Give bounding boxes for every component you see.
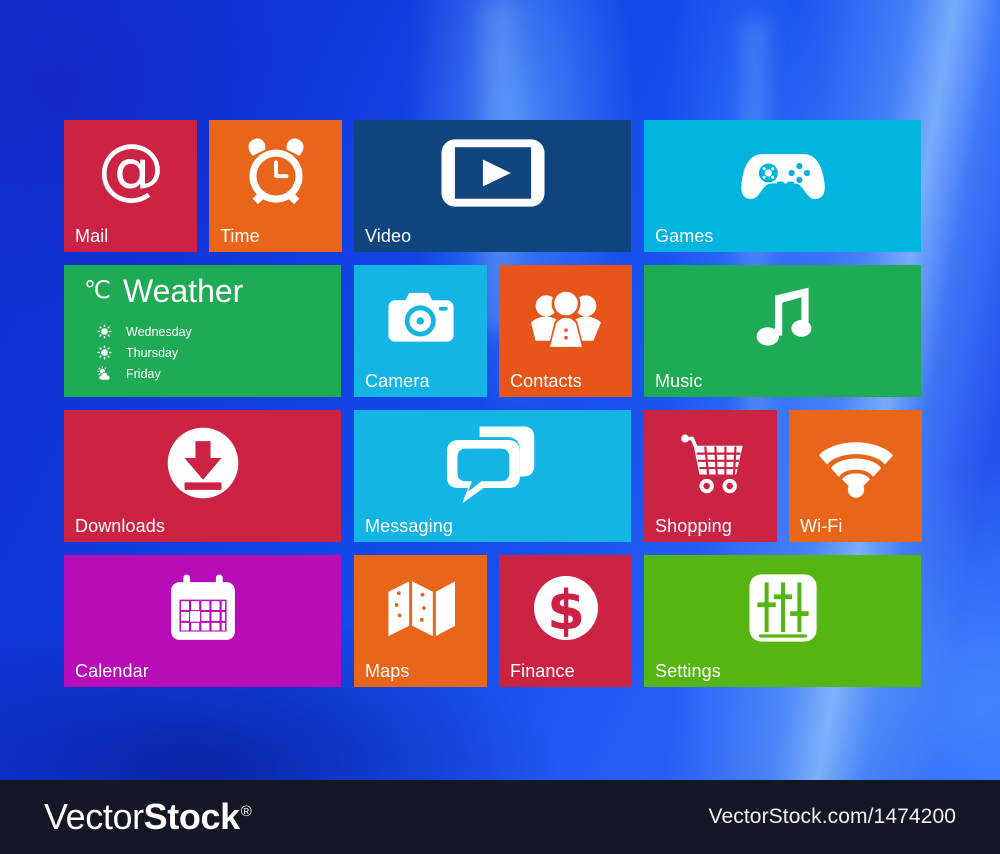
weather-day-label: Friday — [126, 366, 161, 381]
brand-bold: Stock — [143, 796, 240, 837]
tile-label: Contacts — [510, 371, 582, 392]
video-player-icon — [354, 120, 631, 226]
tile-label: Maps — [365, 661, 410, 682]
tile-finance[interactable]: $ Finance — [499, 555, 632, 687]
tile-time[interactable]: Time — [209, 120, 342, 252]
tile-label: Messaging — [365, 516, 453, 537]
calendar-icon — [64, 555, 341, 661]
brand-thin: Vector — [44, 796, 144, 837]
sun-icon — [90, 345, 118, 360]
weather-unit: ℃ — [84, 277, 111, 304]
weather-title: Weather — [122, 273, 244, 309]
tile-mail[interactable]: @ Mail — [64, 120, 197, 252]
chat-bubbles-icon — [354, 410, 631, 516]
tile-label: Mail — [75, 226, 109, 247]
start-screen: @ Mail Time Video Games ℃ Weather Wednesday Thur… — [0, 0, 1000, 854]
weather-forecast-row: Thursday — [90, 342, 192, 363]
tile-label: Calendar — [75, 661, 149, 682]
tile-messaging[interactable]: Messaging — [354, 410, 631, 542]
tile-label: Time — [220, 226, 260, 247]
weather-day-label: Wednesday — [126, 324, 192, 339]
shopping-cart-icon — [644, 410, 777, 516]
tile-label: Video — [365, 226, 412, 247]
svg-text:@: @ — [97, 134, 164, 208]
tile-games[interactable]: Games — [644, 120, 921, 252]
tile-label: Shopping — [655, 516, 732, 537]
tile-shopping[interactable]: Shopping — [644, 410, 777, 542]
people-group-icon — [499, 265, 632, 371]
camera-icon — [354, 265, 487, 371]
weather-forecast-list: Wednesday Thursday Friday — [90, 321, 192, 384]
tile-music[interactable]: Music — [644, 265, 921, 397]
at-sign-icon: @ — [64, 120, 197, 226]
tile-label: Music — [655, 371, 703, 392]
weather-forecast-row: Friday — [90, 363, 192, 384]
tile-weather[interactable]: ℃ Weather Wednesday Thursday Friday — [64, 265, 341, 397]
wifi-icon — [789, 410, 922, 516]
weather-heading: ℃ Weather — [84, 275, 243, 307]
tile-label: Settings — [655, 661, 721, 682]
download-circle-icon — [64, 410, 341, 516]
weather-day-label: Thursday — [126, 345, 179, 360]
tile-label: Downloads — [75, 516, 165, 537]
site-url-text: VectorStock.com/1474200 — [708, 805, 956, 828]
sun-behind-cloud-icon — [90, 366, 118, 381]
tile-contacts[interactable]: Contacts — [499, 265, 632, 397]
vectorstock-logo: Vector Stock ® — [44, 796, 252, 838]
weather-forecast-row: Wednesday — [90, 321, 192, 342]
tile-label: Wi-Fi — [800, 516, 843, 537]
tile-video[interactable]: Video — [354, 120, 631, 252]
registered-mark: ® — [240, 803, 252, 820]
music-note-icon — [644, 265, 921, 371]
tile-maps[interactable]: Maps — [354, 555, 487, 687]
tile-label: Games — [655, 226, 714, 247]
gamepad-icon — [644, 120, 921, 226]
folded-map-icon — [354, 555, 487, 661]
tile-settings[interactable]: Settings — [644, 555, 921, 687]
tile-wifi[interactable]: Wi-Fi — [789, 410, 922, 542]
alarm-clock-icon — [209, 120, 342, 226]
watermark-footer: Vector Stock ® VectorStock.com/1474200 — [0, 780, 1000, 854]
svg-text:$: $ — [547, 579, 585, 642]
tile-camera[interactable]: Camera — [354, 265, 487, 397]
tile-downloads[interactable]: Downloads — [64, 410, 341, 542]
tile-label: Camera — [365, 371, 430, 392]
tile-calendar[interactable]: Calendar — [64, 555, 341, 687]
sun-icon — [90, 324, 118, 339]
tile-label: Finance — [510, 661, 575, 682]
tile-grid: @ Mail Time Video Games ℃ Weather Wednesday Thur… — [0, 0, 1000, 780]
dollar-circle-icon: $ — [499, 555, 632, 661]
sliders-icon — [644, 555, 921, 661]
